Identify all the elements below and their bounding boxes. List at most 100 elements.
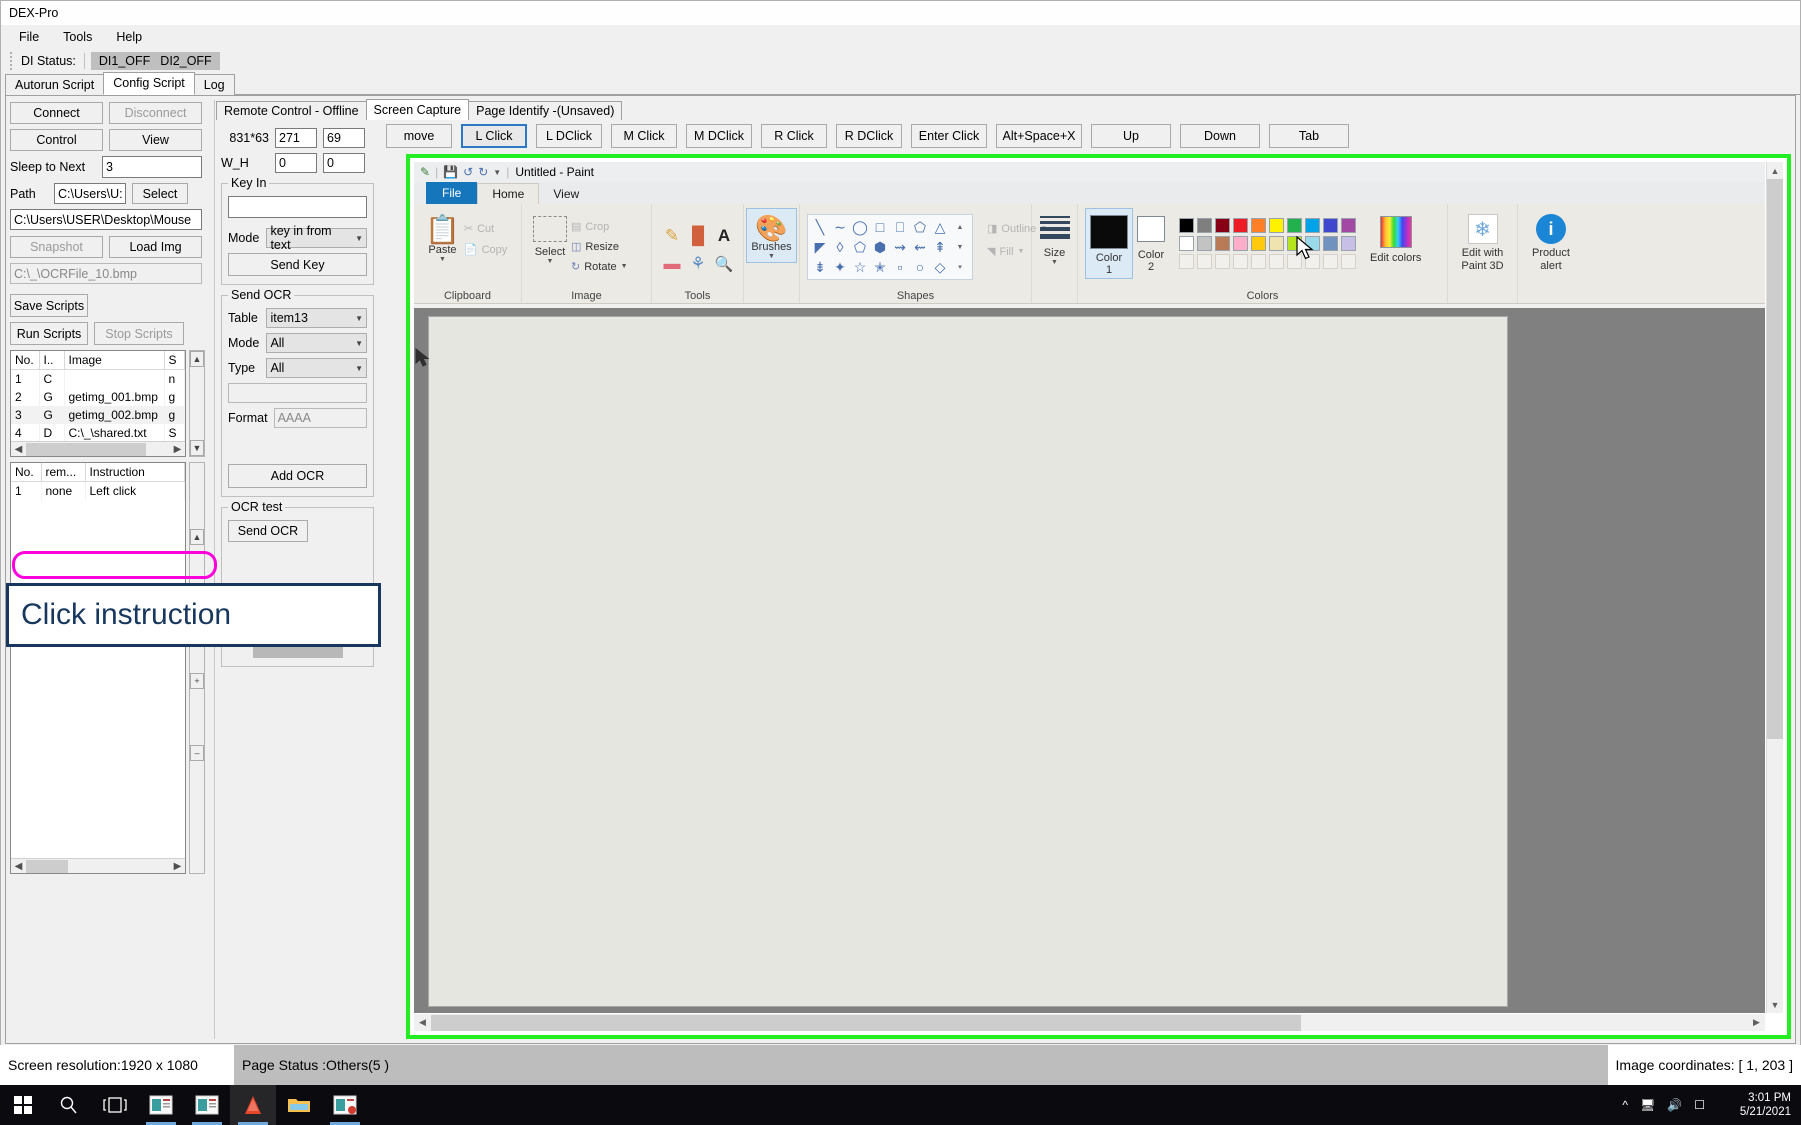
taskbar-app3[interactable] <box>322 1085 368 1125</box>
palette-swatch-r2-4[interactable] <box>1251 236 1266 251</box>
enter-click-button[interactable]: Enter Click <box>911 124 987 148</box>
down-arrow-shape-icon[interactable]: ⇟ <box>814 259 826 276</box>
rounded-rect-shape-icon[interactable]: ⎕ <box>896 219 904 236</box>
pencil-icon[interactable]: ✎ <box>659 222 685 250</box>
script-table-hscrollbar[interactable]: ◀ ▶ <box>11 441 185 456</box>
palette-swatch-r2-1[interactable] <box>1197 236 1212 251</box>
right-arrow-shape-icon[interactable]: ⇝ <box>894 239 906 256</box>
down-button[interactable]: Down <box>1180 124 1260 148</box>
palette-swatch-r2-2[interactable] <box>1215 236 1230 251</box>
ribbon-tab-home[interactable]: Home <box>477 183 540 204</box>
full-path-input[interactable]: C:\Users\USER\Desktop\Mouse <box>10 209 202 230</box>
ocr-extra-input[interactable] <box>228 383 367 403</box>
cut-button[interactable]: ✂ Cut <box>464 222 507 236</box>
palette-swatch-r1-9[interactable] <box>1341 218 1356 233</box>
capture-hscrollbar[interactable]: ◀ ▶ <box>414 1014 1765 1031</box>
paint-canvas-area[interactable] <box>414 308 1765 1013</box>
disconnect-button[interactable]: Disconnect <box>109 102 202 124</box>
size-button[interactable]: Size ▼ <box>1036 208 1074 268</box>
tray-volume-icon[interactable]: 🔊 <box>1667 1098 1682 1112</box>
color1-button[interactable]: Color 1 <box>1085 208 1133 279</box>
palette-swatch-custom-4[interactable] <box>1251 254 1266 269</box>
palette-swatch-r2-3[interactable] <box>1233 236 1248 251</box>
scroll-down-icon[interactable]: ▼ <box>1767 996 1783 1013</box>
start-button[interactable] <box>0 1085 46 1125</box>
scroll-left-icon[interactable]: ◀ <box>11 441 26 456</box>
palette-swatch-r2-9[interactable] <box>1341 236 1356 251</box>
coord-y-input[interactable]: 69 <box>323 128 365 148</box>
palette-swatch-custom-2[interactable] <box>1215 254 1230 269</box>
alt-space-x-button[interactable]: Alt+Space+X <box>996 124 1082 148</box>
line-shape-icon[interactable]: ╲ <box>816 219 824 236</box>
key-in-input[interactable] <box>228 196 367 218</box>
move-down-button[interactable]: ▼ <box>190 440 204 456</box>
hscroll-thumb[interactable] <box>26 859 68 873</box>
fill-with-color-icon[interactable]: █ <box>685 222 711 250</box>
tab-button[interactable]: Tab <box>1269 124 1349 148</box>
script-reorder-scrollbar[interactable]: ▲ ▼ <box>189 350 205 457</box>
view-button[interactable]: View <box>109 129 202 151</box>
product-alert-button[interactable]: i Product alert <box>1525 208 1577 275</box>
rotate-button[interactable]: ↻ Rotate ▼ <box>571 260 628 274</box>
quick-access-toolbar[interactable]: ✎ | 💾 ↺ ↻ ▼ | <box>420 165 509 179</box>
polygon-shape-icon[interactable]: ⬠ <box>914 219 926 236</box>
move-up-button[interactable]: ▲ <box>190 351 204 367</box>
task-view-button[interactable] <box>92 1085 138 1125</box>
width-input[interactable]: 0 <box>275 153 317 173</box>
up-arrow-shape-icon[interactable]: ⇞ <box>934 239 946 256</box>
palette-swatch-custom-8[interactable] <box>1323 254 1338 269</box>
scroll-up-icon[interactable]: ▲ <box>1767 162 1783 179</box>
ribbon-tab-file[interactable]: File <box>426 182 478 204</box>
palette-swatch-r2-8[interactable] <box>1323 236 1338 251</box>
r-dclick-button[interactable]: R DClick <box>836 124 902 148</box>
color2-button[interactable]: Color 2 <box>1133 208 1169 275</box>
coord-x-input[interactable]: 271 <box>275 128 317 148</box>
l-dclick-button[interactable]: L DClick <box>536 124 602 148</box>
resize-button[interactable]: ◫ Resize <box>571 240 628 254</box>
color-palette[interactable] <box>1179 218 1358 271</box>
color-picker-icon[interactable]: ⚘ <box>685 250 711 278</box>
paste-button[interactable]: 📋 Paste ▼ <box>421 208 464 265</box>
palette-swatch-custom-1[interactable] <box>1197 254 1212 269</box>
tab-screen-capture[interactable]: Screen Capture <box>365 99 470 120</box>
palette-swatch-custom-3[interactable] <box>1233 254 1248 269</box>
customize-qat-icon[interactable]: ▼ <box>493 168 501 177</box>
save-icon[interactable]: 💾 <box>443 165 458 179</box>
ellipse-shape-icon[interactable]: ◯ <box>852 219 868 236</box>
palette-swatch-r1-0[interactable] <box>1179 218 1194 233</box>
tray-chevron-up-icon[interactable]: ^ <box>1622 1098 1628 1112</box>
add-ocr-button[interactable]: Add OCR <box>228 464 367 488</box>
six-point-star-shape-icon[interactable]: ✭ <box>874 259 886 276</box>
tab-log[interactable]: Log <box>193 74 235 95</box>
connect-button[interactable]: Connect <box>10 102 103 124</box>
brushes-button[interactable]: 🎨 Brushes ▼ <box>746 208 797 263</box>
scroll-left-icon[interactable]: ◀ <box>414 1014 431 1031</box>
taskbar-app1[interactable] <box>138 1085 184 1125</box>
shapes-gallery[interactable]: ╲ ∼ ◯ □ ⎕ ⬠ △ ▲ ◤ ◊ ⬠ ⬢ ⇝ ⇜ ⇞ ▼ ⇟ ✦ ☆ ✭ … <box>807 214 973 280</box>
curve-shape-icon[interactable]: ∼ <box>834 219 846 236</box>
taskbar-app2[interactable] <box>184 1085 230 1125</box>
palette-swatch-r1-3[interactable] <box>1233 218 1248 233</box>
path-input[interactable]: C:\Users\U: <box>54 183 126 204</box>
sleep-to-next-input[interactable]: 3 <box>102 156 202 178</box>
palette-swatch-custom-5[interactable] <box>1269 254 1284 269</box>
send-key-button[interactable]: Send Key <box>228 253 367 276</box>
instruction-reorder-bar[interactable]: ▲ ▼ + – <box>189 462 205 874</box>
palette-swatch-r1-5[interactable] <box>1269 218 1284 233</box>
text-tool-icon[interactable]: A <box>711 222 737 250</box>
crop-button[interactable]: ▤ Crop <box>571 220 628 234</box>
tray-notification-icon[interactable]: ☐ <box>1694 1098 1705 1112</box>
snapshot-button[interactable]: Snapshot <box>10 236 103 258</box>
copy-button[interactable]: 📄 Copy <box>464 243 507 257</box>
five-point-star-shape-icon[interactable]: ☆ <box>854 259 867 276</box>
up-button[interactable]: Up <box>1091 124 1171 148</box>
palette-swatch-r1-6[interactable] <box>1287 218 1302 233</box>
hscroll-thumb[interactable] <box>26 442 146 456</box>
tab-autorun-script[interactable]: Autorun Script <box>5 74 105 95</box>
palette-swatch-r1-2[interactable] <box>1215 218 1230 233</box>
ocr-type-select[interactable]: All ▼ <box>266 358 367 378</box>
cloud-callout-shape-icon[interactable]: ◇ <box>935 259 946 276</box>
paint-canvas[interactable] <box>428 316 1508 1007</box>
r-click-button[interactable]: R Click <box>761 124 827 148</box>
instr-remove-button[interactable]: – <box>190 745 204 761</box>
